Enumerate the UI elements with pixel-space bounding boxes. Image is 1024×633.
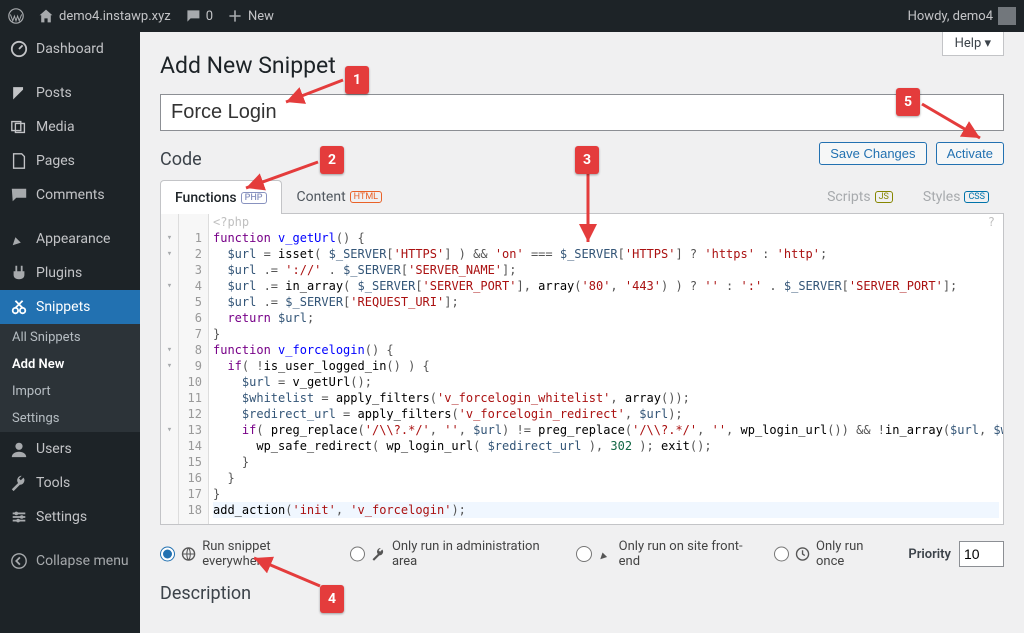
menu-users[interactable]: Users [0, 432, 140, 466]
description-heading: Description [160, 583, 1004, 604]
priority-input[interactable] [959, 541, 1004, 567]
js-badge: JS [875, 191, 893, 203]
priority-field: Priority [908, 541, 1004, 567]
help-tab[interactable]: Help ▾ [942, 32, 1004, 56]
wp-logo[interactable] [8, 8, 24, 24]
menu-posts[interactable]: Posts [0, 76, 140, 110]
activate-button[interactable]: Activate [936, 142, 1004, 165]
run-scope-row: Run snippet everywhere Only run in admin… [160, 539, 1004, 569]
menu-pages[interactable]: Pages [0, 144, 140, 178]
clock-icon [795, 546, 810, 562]
code-type-tabs: FunctionsPHP ContentHTML ScriptsJS Style… [160, 180, 1004, 214]
run-frontend-option[interactable]: Only run on site front-end [576, 539, 755, 569]
tab-scripts[interactable]: ScriptsJS [812, 180, 908, 213]
menu-settings[interactable]: Settings [0, 500, 140, 534]
annotation-2: 2 [320, 146, 344, 174]
tab-functions[interactable]: FunctionsPHP [160, 180, 282, 214]
submenu-import[interactable]: Import [0, 378, 140, 405]
menu-media[interactable]: Media [0, 110, 140, 144]
fold-gutter: ▾▾▾▾▾▾ [161, 214, 179, 524]
snippet-title-input[interactable] [160, 94, 1004, 131]
save-changes-button[interactable]: Save Changes [819, 142, 926, 165]
menu-comments[interactable]: Comments [0, 178, 140, 212]
menu-dashboard[interactable]: Dashboard [0, 32, 140, 66]
php-opening-hint: <?php? [213, 214, 999, 230]
menu-tools[interactable]: Tools [0, 466, 140, 500]
wrench-icon [371, 546, 386, 562]
run-once-option[interactable]: Only run once [774, 539, 891, 569]
submenu-all-snippets[interactable]: All Snippets [0, 324, 140, 351]
line-number-gutter: 123456789101112131415161718 [179, 214, 209, 524]
annotation-5: 5 [896, 88, 920, 116]
submenu-settings[interactable]: Settings [0, 405, 140, 432]
site-link[interactable]: demo4.instawp.xyz [38, 8, 171, 24]
howdy-link[interactable]: Howdy, demo4 [908, 7, 1016, 25]
annotation-4: 4 [320, 585, 344, 613]
main-content: Help ▾ Add New Snippet Code Save Changes… [140, 32, 1024, 633]
globe-icon [181, 546, 196, 562]
annotation-3: 3 [575, 146, 599, 174]
page-title: Add New Snippet [160, 52, 1004, 79]
comments-link[interactable]: 0 [185, 8, 213, 24]
menu-plugins[interactable]: Plugins [0, 256, 140, 290]
code-editor[interactable]: ▾▾▾▾▾▾ 123456789101112131415161718 <?php… [160, 214, 1004, 525]
admin-bar: demo4.instawp.xyz 0 New Howdy, demo4 [0, 0, 1024, 32]
new-link[interactable]: New [227, 8, 274, 24]
annotation-1: 1 [345, 66, 369, 94]
css-badge: CSS [964, 191, 989, 203]
tab-styles[interactable]: StylesCSS [908, 180, 1004, 213]
admin-sidebar: Dashboard Posts Media Pages Comments App… [0, 32, 140, 633]
submenu-add-new[interactable]: Add New [0, 351, 140, 378]
menu-appearance[interactable]: Appearance [0, 222, 140, 256]
run-admin-option[interactable]: Only run in administration area [350, 539, 559, 569]
php-badge: PHP [241, 192, 267, 204]
tab-content[interactable]: ContentHTML [282, 180, 398, 213]
avatar-icon [998, 7, 1016, 25]
html-badge: HTML [350, 191, 382, 203]
menu-snippets[interactable]: Snippets [0, 290, 140, 324]
menu-collapse[interactable]: Collapse menu [0, 544, 140, 578]
brush-icon [598, 546, 613, 562]
run-everywhere-option[interactable]: Run snippet everywhere [160, 539, 332, 569]
